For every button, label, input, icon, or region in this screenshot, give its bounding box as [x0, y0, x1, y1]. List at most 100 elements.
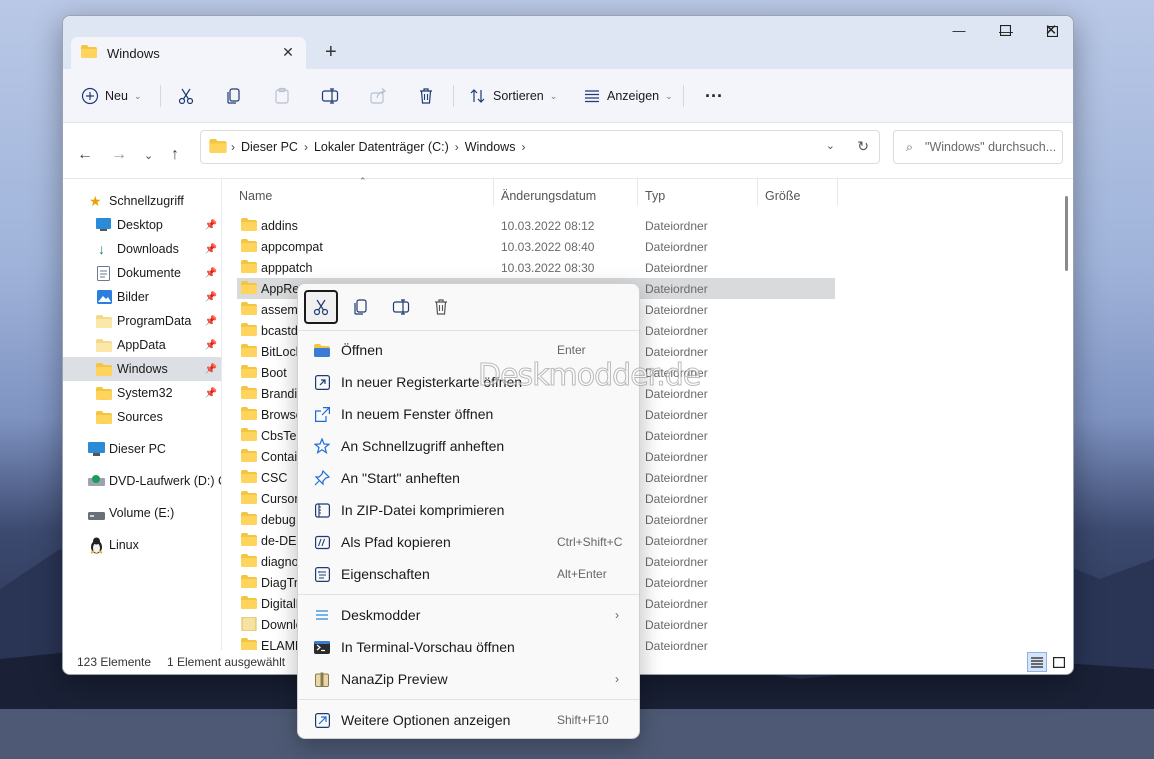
address-bar[interactable]: › Dieser PC › Lokaler Datenträger (C:) ›…: [200, 130, 880, 164]
breadcrumb-dieser-pc[interactable]: Dieser PC: [241, 140, 298, 154]
menu-item-more-options[interactable]: Weitere Optionen anzeigen Shift+F10: [304, 704, 635, 736]
sidebar-item-sources[interactable]: Sources: [63, 405, 221, 429]
close-window-button[interactable]: ✕: [1028, 16, 1074, 44]
terminal-icon: [314, 639, 330, 655]
recent-chevron-icon[interactable]: ⌄: [144, 149, 153, 162]
breadcrumb-separator-icon: ›: [231, 140, 235, 154]
menu-item-label: Als Pfad kopieren: [341, 534, 451, 550]
context-menu-divider: [298, 699, 639, 700]
file-date: 10.03.2022 08:40: [501, 239, 595, 254]
folder-icon: [241, 449, 257, 465]
more-options-button[interactable]: ···: [705, 83, 723, 109]
tab-close-icon[interactable]: ✕: [280, 44, 296, 61]
delete-button[interactable]: [424, 290, 458, 324]
sidebar-item-dokumente[interactable]: Dokumente 📌: [63, 261, 221, 285]
sidebar-item-label: Dokumente: [117, 266, 181, 280]
copy-button[interactable]: [225, 83, 243, 109]
menu-item-nanazip[interactable]: NanaZip Preview ›: [304, 663, 635, 695]
menu-item-label: Deskmodder: [341, 607, 421, 623]
maximize-icon: [999, 24, 1011, 36]
breadcrumb-separator-icon: ›: [454, 140, 459, 154]
cut-button[interactable]: [304, 290, 338, 324]
table-row[interactable]: appcompat 10.03.2022 08:40 Dateiordner: [237, 236, 835, 257]
forward-arrow-icon[interactable]: →: [111, 146, 127, 164]
file-type: Dateiordner: [645, 407, 708, 422]
zip-icon: [314, 502, 330, 518]
sidebar-item-desktop[interactable]: Desktop 📌: [63, 213, 221, 237]
nanazip-icon: [314, 671, 330, 687]
breadcrumb-drive-c[interactable]: Lokaler Datenträger (C:): [314, 140, 449, 154]
details-view-button[interactable]: [1027, 652, 1047, 672]
menu-item-label: An "Start" anheften: [341, 470, 460, 486]
sidebar-item-dvd-drive[interactable]: DVD-Laufwerk (D:) C: [63, 469, 221, 493]
sidebar-item-label: Sources: [117, 410, 163, 424]
sidebar-item-downloads[interactable]: ↓ Downloads 📌: [63, 237, 221, 261]
sidebar-item-programdata[interactable]: ProgramData 📌: [63, 309, 221, 333]
plus-circle-icon: [81, 87, 99, 105]
sidebar-item-linux[interactable]: Linux: [63, 533, 221, 557]
file-name: appcompat: [261, 239, 323, 254]
sort-button-label: Sortieren: [493, 89, 544, 103]
toolbar-divider: [453, 85, 454, 107]
menu-item-copy-as-path[interactable]: Als Pfad kopieren Ctrl+Shift+C: [304, 526, 635, 558]
sidebar-item-dieser-pc[interactable]: Dieser PC: [63, 437, 221, 461]
sidebar-item-bilder[interactable]: Bilder 📌: [63, 285, 221, 309]
cut-button[interactable]: [177, 83, 195, 109]
table-row[interactable]: apppatch 10.03.2022 08:30 Dateiordner: [237, 257, 835, 278]
pin-icon: 📌: [204, 339, 217, 351]
context-menu-quick-actions: [298, 284, 639, 330]
file-type: Dateiordner: [645, 470, 708, 485]
tiles-view-button[interactable]: [1049, 652, 1069, 672]
column-divider: [637, 179, 638, 205]
folder-icon: [241, 281, 257, 297]
menu-item-deskmodder[interactable]: Deskmodder ›: [304, 599, 635, 631]
folder-icon: [241, 218, 257, 234]
sidebar-item-windows[interactable]: Windows 📌: [63, 357, 221, 381]
rename-button[interactable]: [321, 83, 339, 109]
column-header-name[interactable]: Name: [239, 185, 272, 207]
menu-item-compress-zip[interactable]: In ZIP-Datei komprimieren: [304, 494, 635, 526]
share-button[interactable]: [369, 83, 387, 109]
folder-icon: [96, 411, 112, 427]
menu-item-open-new-tab[interactable]: In neuer Registerkarte öffnen: [304, 366, 635, 398]
scissors-icon: [313, 299, 329, 316]
breadcrumb-windows[interactable]: Windows: [465, 140, 516, 154]
menu-item-terminal-preview[interactable]: In Terminal-Vorschau öffnen: [304, 631, 635, 663]
copy-button[interactable]: [344, 290, 378, 324]
new-button[interactable]: Neu ⌄: [81, 83, 141, 109]
menu-item-pin-quick-access[interactable]: An Schnellzugriff anheften: [304, 430, 635, 462]
refresh-icon[interactable]: ↻: [857, 138, 869, 155]
sidebar-item-system32[interactable]: System32 📌: [63, 381, 221, 405]
menu-item-open[interactable]: Öffnen Enter: [304, 334, 635, 366]
up-arrow-icon[interactable]: ↑: [171, 146, 179, 164]
rename-button[interactable]: [384, 290, 418, 324]
sidebar-item-schnellzugriff[interactable]: ★ Schnellzugriff: [63, 189, 221, 213]
back-arrow-icon[interactable]: ←: [77, 146, 93, 164]
vertical-scrollbar[interactable]: [1065, 196, 1068, 271]
sidebar-item-volume-e[interactable]: Volume (E:): [63, 501, 221, 525]
file-type: Dateiordner: [645, 512, 708, 527]
sort-button[interactable]: Sortieren ⌄: [469, 83, 557, 109]
address-history-chevron-icon[interactable]: ⌄: [826, 139, 835, 152]
menu-item-properties[interactable]: Eigenschaften Alt+Enter: [304, 558, 635, 590]
view-button[interactable]: Anzeigen ⌄: [583, 83, 673, 109]
new-tab-button[interactable]: +: [325, 42, 337, 62]
file-name: debug: [261, 512, 296, 527]
tab-windows[interactable]: Windows ✕: [71, 37, 306, 69]
maximize-window-button[interactable]: [982, 16, 1028, 44]
menu-item-pin-start[interactable]: An "Start" anheften: [304, 462, 635, 494]
search-input[interactable]: ⌕ "Windows" durchsuch...: [893, 130, 1063, 164]
menu-item-label: In neuer Registerkarte öffnen: [341, 374, 523, 390]
table-row[interactable]: addins 10.03.2022 08:12 Dateiordner: [237, 215, 835, 236]
paste-button[interactable]: [273, 83, 291, 109]
sidebar-item-appdata[interactable]: AppData 📌: [63, 333, 221, 357]
delete-button[interactable]: [417, 83, 435, 109]
folder-icon: [241, 407, 257, 423]
chevron-down-icon: ⌄: [665, 90, 673, 101]
column-header-size[interactable]: Größe: [765, 185, 800, 207]
minimize-window-button[interactable]: —: [936, 16, 982, 44]
folder-icon: [241, 616, 257, 634]
column-header-date[interactable]: Änderungsdatum: [501, 185, 596, 207]
menu-item-open-new-window[interactable]: In neuem Fenster öffnen: [304, 398, 635, 430]
column-header-type[interactable]: Typ: [645, 185, 665, 207]
